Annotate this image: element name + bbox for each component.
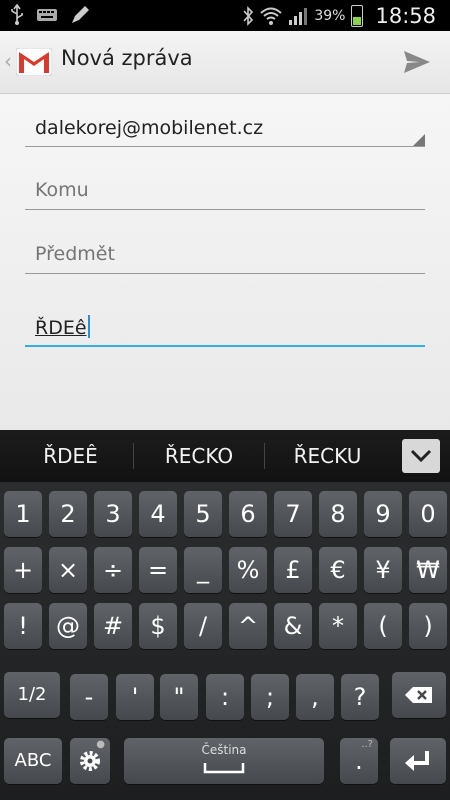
key-caret[interactable]: ^ bbox=[229, 603, 267, 649]
key-dollar[interactable]: $ bbox=[139, 603, 177, 649]
body-underline bbox=[25, 345, 425, 347]
dropdown-corner-icon bbox=[413, 134, 425, 146]
key-asterisk[interactable]: * bbox=[319, 603, 357, 649]
key-7[interactable]: 7 bbox=[274, 491, 312, 537]
key-percent[interactable]: % bbox=[229, 547, 267, 593]
clock: 18:58 bbox=[375, 3, 436, 28]
chevron-down-icon bbox=[410, 449, 432, 463]
body-text: ŘDEê bbox=[35, 317, 87, 339]
battery-percent: 39% bbox=[314, 7, 346, 24]
key-slash[interactable]: / bbox=[184, 603, 222, 649]
period-key[interactable]: ..? . bbox=[340, 738, 378, 784]
pen-icon bbox=[72, 6, 89, 23]
back-chevron-icon[interactable]: ‹ bbox=[4, 49, 12, 73]
key-exclamation[interactable]: ! bbox=[4, 603, 42, 649]
key-at[interactable]: @ bbox=[49, 603, 87, 649]
text-cursor bbox=[87, 315, 90, 338]
key-paren-close[interactable]: ) bbox=[409, 603, 447, 649]
key-equals[interactable]: = bbox=[139, 547, 177, 593]
key-0[interactable]: 0 bbox=[409, 491, 447, 537]
period-hint: ..? bbox=[361, 739, 373, 750]
gmail-icon[interactable] bbox=[16, 48, 52, 76]
key-symbol-page[interactable]: 1/2 bbox=[4, 672, 60, 718]
body-field[interactable]: ŘDEê bbox=[25, 307, 425, 347]
from-underline bbox=[25, 146, 425, 147]
key-paren-open[interactable]: ( bbox=[364, 603, 402, 649]
suggestion-bar: ŘDEÊ ŘECKO ŘECKU bbox=[0, 430, 450, 482]
send-icon[interactable] bbox=[402, 47, 432, 77]
key-1[interactable]: 1 bbox=[4, 491, 42, 537]
suggestion-3[interactable]: ŘECKU bbox=[265, 430, 390, 482]
subject-input[interactable] bbox=[35, 234, 415, 274]
space-key-label: Čeština bbox=[201, 743, 247, 757]
from-value: dalekorej@mobilenet.cz bbox=[35, 117, 264, 139]
period-label: . bbox=[355, 747, 363, 775]
enter-icon bbox=[405, 751, 429, 771]
key-ampersand[interactable]: & bbox=[274, 603, 312, 649]
backspace-key[interactable] bbox=[392, 672, 446, 718]
key-hash[interactable]: # bbox=[94, 603, 132, 649]
gear-icon bbox=[80, 751, 100, 771]
space-bar-icon bbox=[203, 763, 245, 774]
wifi-icon bbox=[260, 7, 283, 25]
keyboard: 1 2 3 4 5 6 7 8 9 0 + × ÷ = _ % £ € ¥ ₩ … bbox=[0, 482, 450, 800]
subject-field[interactable] bbox=[25, 234, 425, 274]
signal-icon bbox=[289, 7, 308, 25]
key-comma[interactable]: , bbox=[296, 674, 334, 720]
subject-underline bbox=[25, 273, 425, 274]
key-6[interactable]: 6 bbox=[229, 491, 267, 537]
abc-key[interactable]: ABC bbox=[4, 738, 62, 784]
key-9[interactable]: 9 bbox=[364, 491, 402, 537]
key-semicolon[interactable]: ; bbox=[251, 674, 289, 720]
key-yen[interactable]: ¥ bbox=[364, 547, 402, 593]
key-4[interactable]: 4 bbox=[139, 491, 177, 537]
key-multiply[interactable]: × bbox=[49, 547, 87, 593]
settings-key[interactable]: ● bbox=[70, 738, 110, 784]
key-won[interactable]: ₩ bbox=[409, 547, 447, 593]
keyboard-icon bbox=[37, 9, 57, 21]
collapse-suggestions-button[interactable] bbox=[402, 439, 440, 473]
key-8[interactable]: 8 bbox=[319, 491, 357, 537]
key-pound[interactable]: £ bbox=[274, 547, 312, 593]
compose-form: dalekorej@mobilenet.cz ŘDEê bbox=[0, 94, 450, 430]
to-underline bbox=[25, 209, 425, 210]
key-underscore[interactable]: _ bbox=[184, 547, 222, 593]
key-apostrophe[interactable]: ' bbox=[116, 674, 154, 720]
action-bar: ‹ Nová zpráva bbox=[0, 31, 450, 94]
key-colon[interactable]: : bbox=[206, 674, 244, 720]
enter-key[interactable] bbox=[390, 738, 446, 784]
page-title: Nová zpráva bbox=[61, 46, 193, 70]
key-divide[interactable]: ÷ bbox=[94, 547, 132, 593]
key-euro[interactable]: € bbox=[319, 547, 357, 593]
suggestion-1[interactable]: ŘDEÊ bbox=[8, 430, 133, 482]
mic-hint-icon: ● bbox=[96, 739, 105, 750]
key-5[interactable]: 5 bbox=[184, 491, 222, 537]
bluetooth-icon bbox=[243, 5, 254, 26]
key-quote[interactable]: " bbox=[160, 674, 198, 720]
battery-icon bbox=[351, 4, 364, 27]
status-bar: 39% 18:58 bbox=[0, 0, 450, 31]
body-value: ŘDEê bbox=[35, 315, 90, 339]
suggestion-2[interactable]: ŘECKO bbox=[134, 430, 264, 482]
from-field[interactable]: dalekorej@mobilenet.cz bbox=[25, 107, 425, 147]
to-field[interactable] bbox=[25, 170, 425, 210]
key-plus[interactable]: + bbox=[4, 547, 42, 593]
key-question[interactable]: ? bbox=[341, 674, 379, 720]
key-hyphen[interactable]: - bbox=[70, 674, 108, 720]
usb-icon bbox=[11, 4, 23, 25]
to-input[interactable] bbox=[35, 170, 415, 210]
space-key[interactable]: Čeština bbox=[124, 738, 324, 784]
backspace-icon bbox=[405, 687, 432, 703]
key-2[interactable]: 2 bbox=[49, 491, 87, 537]
key-3[interactable]: 3 bbox=[94, 491, 132, 537]
